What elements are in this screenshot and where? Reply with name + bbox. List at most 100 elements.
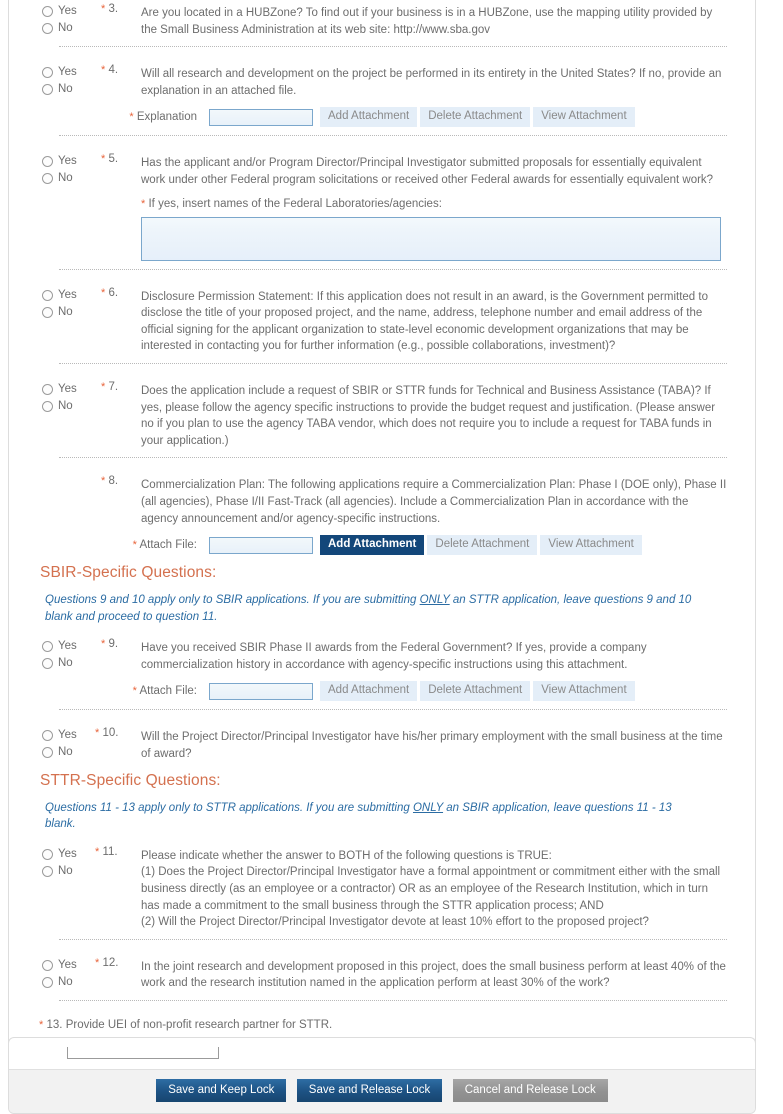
question-3-yes-option[interactable]: Yes <box>42 3 102 20</box>
question-11-yes-option[interactable]: Yes <box>42 846 102 863</box>
question-11-yes-label: Yes <box>58 847 77 860</box>
question-4-radio-group[interactable]: Yes No <box>42 64 102 98</box>
question-4-add-attachment-button[interactable]: Add Attachment <box>320 107 418 128</box>
question-7-text: Does the application include a request o… <box>141 384 716 447</box>
question-12-yes-option[interactable]: Yes <box>42 957 102 974</box>
question-8-delete-attachment-button[interactable]: Delete Attachment <box>427 535 538 556</box>
divider <box>59 457 727 459</box>
question-9-number: * 9. <box>101 638 119 651</box>
radio-icon[interactable] <box>42 6 53 17</box>
radio-icon[interactable] <box>42 67 53 79</box>
question-12-number: * 12. <box>95 956 119 969</box>
question-8-view-attachment-button[interactable]: View Attachment <box>540 535 642 556</box>
question-3-no-option[interactable]: No <box>42 20 102 37</box>
radio-icon[interactable] <box>42 383 53 395</box>
divider <box>59 1000 727 1001</box>
radio-icon[interactable] <box>42 84 53 96</box>
question-10-no-option[interactable]: No <box>42 744 102 761</box>
question-9-radio-group[interactable]: Yes No <box>42 638 102 672</box>
question-4-yes-label: Yes <box>58 66 77 79</box>
question-4-no-option[interactable]: No <box>42 81 102 98</box>
question-8-attachment-input[interactable] <box>209 536 313 554</box>
question-9-attachment-row: * Attach File: Add Attachment Delete Att… <box>39 681 727 702</box>
question-6-yes-option[interactable]: Yes <box>42 287 102 304</box>
question-5-text: Has the applicant and/or Program Directo… <box>141 157 714 186</box>
question-5-radio-group[interactable]: Yes No <box>42 153 102 187</box>
question-8-attachment-label: * Attach File: <box>132 539 197 552</box>
radio-icon[interactable] <box>42 848 53 860</box>
question-12: Yes No * 12. In the joint research and d… <box>9 948 755 992</box>
question-9: Yes No * 9. Have you received SBIR Phase… <box>9 629 755 702</box>
required-asterisk: * <box>101 380 106 393</box>
question-9-no-option[interactable]: No <box>42 655 102 672</box>
question-12-yes-label: Yes <box>58 958 77 971</box>
question-3-no-label: No <box>58 22 73 34</box>
question-5-no-option[interactable]: No <box>42 170 102 187</box>
radio-icon[interactable] <box>42 730 53 742</box>
question-5-yes-option[interactable]: Yes <box>42 153 102 170</box>
radio-icon[interactable] <box>42 976 53 988</box>
question-11-line-1: Please indicate whether the answer to BO… <box>141 849 552 862</box>
radio-icon[interactable] <box>42 747 53 759</box>
question-6-radio-group[interactable]: Yes No <box>42 287 102 321</box>
radio-icon[interactable] <box>42 865 53 877</box>
radio-icon[interactable] <box>42 959 53 971</box>
form-footer: Save and Keep Lock Save and Release Lock… <box>9 1069 755 1113</box>
question-4-attachment-row: * Explanation Add Attachment Delete Atta… <box>39 107 727 128</box>
question-10: Yes No * 10. Will the Project Director/P… <box>9 718 755 762</box>
radio-icon[interactable] <box>42 306 53 318</box>
question-11-no-label: No <box>58 864 73 877</box>
question-5-federal-labs-textarea[interactable] <box>141 216 721 261</box>
sbir-section-note: Questions 9 and 10 apply only to SBIR ap… <box>45 594 692 623</box>
question-11-no-option[interactable]: No <box>42 863 102 880</box>
question-4-number: * 4. <box>101 64 119 77</box>
question-5: Yes No * 5. Has the applicant and/or Pro… <box>9 144 755 261</box>
question-12-no-option[interactable]: No <box>42 974 102 991</box>
question-9-attachment-input[interactable] <box>209 682 313 700</box>
required-asterisk: * <box>101 286 106 299</box>
question-9-add-attachment-button[interactable]: Add Attachment <box>320 681 418 702</box>
cancel-and-release-lock-button[interactable]: Cancel and Release Lock <box>452 1079 608 1102</box>
question-9-delete-attachment-button[interactable]: Delete Attachment <box>420 681 531 702</box>
sttr-section-heading: STTR-Specific Questions: <box>40 771 221 789</box>
question-8-text: Commercialization Plan: The following ap… <box>141 479 727 525</box>
question-6-no-option[interactable]: No <box>42 304 102 321</box>
radio-icon[interactable] <box>42 400 53 412</box>
required-asterisk: * <box>141 197 146 210</box>
question-4-yes-option[interactable]: Yes <box>42 64 102 81</box>
radio-icon[interactable] <box>42 289 53 301</box>
question-7-radio-group[interactable]: Yes No <box>42 381 102 415</box>
question-12-radio-group[interactable]: Yes No <box>42 957 102 991</box>
radio-icon[interactable] <box>42 173 53 185</box>
radio-icon[interactable] <box>42 23 53 34</box>
question-11-radio-group[interactable]: Yes No <box>42 846 102 880</box>
required-asterisk: * <box>132 539 137 552</box>
question-10-yes-option[interactable]: Yes <box>42 727 102 744</box>
question-4: Yes No * 4. Will all research and develo… <box>9 55 755 128</box>
question-7-yes-option[interactable]: Yes <box>42 381 102 398</box>
question-4-view-attachment-button[interactable]: View Attachment <box>533 107 635 128</box>
radio-icon[interactable] <box>42 641 53 653</box>
question-6-no-label: No <box>58 305 73 318</box>
question-9-yes-option[interactable]: Yes <box>42 638 102 655</box>
sttr-section-note: Questions 11 - 13 apply only to STTR app… <box>45 801 672 831</box>
question-7-no-label: No <box>58 399 73 412</box>
question-8-add-attachment-button[interactable]: Add Attachment <box>320 535 425 556</box>
save-and-release-lock-button[interactable]: Save and Release Lock <box>296 1079 443 1102</box>
question-10-radio-group[interactable]: Yes No <box>42 727 102 761</box>
question-9-view-attachment-button[interactable]: View Attachment <box>533 681 635 702</box>
save-and-keep-lock-button[interactable]: Save and Keep Lock <box>156 1079 287 1102</box>
radio-icon[interactable] <box>42 658 53 670</box>
required-asterisk: * <box>101 64 106 77</box>
question-3-radio-group[interactable]: Yes No <box>42 3 102 37</box>
question-7-no-option[interactable]: No <box>42 398 102 415</box>
question-4-delete-attachment-button[interactable]: Delete Attachment <box>420 107 531 128</box>
question-3-number: * 3. <box>101 3 119 15</box>
divider <box>59 709 727 711</box>
question-10-number: * 10. <box>95 727 119 740</box>
radio-icon[interactable] <box>42 156 53 168</box>
question-5-yes-label: Yes <box>58 155 77 168</box>
question-4-text: Will all research and development on the… <box>141 68 722 97</box>
question-4-attachment-input[interactable] <box>209 108 313 126</box>
question-6: Yes No * 6. Disclosure Permission Statem… <box>9 278 755 355</box>
